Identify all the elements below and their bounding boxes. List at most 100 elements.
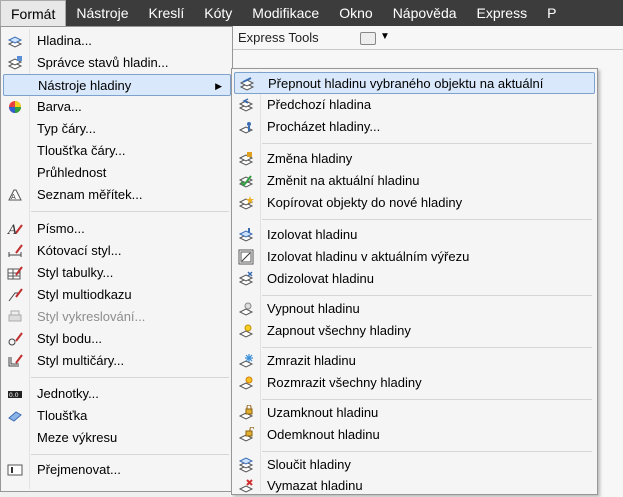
submenu-item-change-to-current[interactable]: Změnit na aktuální hladinu xyxy=(234,170,595,192)
menu-item-label: Seznam měřítek... xyxy=(37,187,143,202)
submenu-item-merge-layers[interactable]: Sloučit hladiny xyxy=(234,454,595,476)
color-wheel-icon xyxy=(7,99,23,115)
isolate-viewport-icon xyxy=(238,249,254,265)
menu-item-layer[interactable]: Hladina... xyxy=(3,30,231,52)
submenu-item-layer-walk[interactable]: Procházet hladiny... xyxy=(234,116,595,138)
svg-text:0.0: 0.0 xyxy=(9,392,19,399)
menu-item-table-style[interactable]: Styl tabulky... xyxy=(3,262,231,284)
submenu-item-label: Odemknout hladinu xyxy=(267,427,380,442)
submenu-arrow-icon: ▶ xyxy=(215,81,222,91)
menu-truncated[interactable]: P xyxy=(537,0,566,26)
submenu-item-make-current[interactable]: Přepnout hladinu vybraného objektu na ak… xyxy=(234,72,595,94)
layer-off-icon xyxy=(238,301,254,317)
dimension-style-icon xyxy=(7,243,23,259)
menu-dimension[interactable]: Kóty xyxy=(194,0,242,26)
match-layer-icon xyxy=(238,151,254,167)
menu-item-point-style[interactable]: Styl bodu... xyxy=(3,328,231,350)
menu-window[interactable]: Okno xyxy=(329,0,382,26)
menu-item-label: Meze výkresu xyxy=(37,430,118,445)
unlock-layer-icon xyxy=(238,427,254,443)
table-style-icon xyxy=(7,265,23,281)
menu-item-label: Nástroje hladiny xyxy=(38,78,132,93)
format-menu: Hladina... Správce stavů hladin... Nástr… xyxy=(0,26,233,492)
menu-item-drawing-limits[interactable]: Meze výkresu xyxy=(3,427,231,449)
menu-item-label: Styl multiodkazu xyxy=(37,287,132,302)
submenu-item-freeze-layer[interactable]: Zmrazit hladinu xyxy=(234,350,595,372)
submenu-item-label: Rozmrazit všechny hladiny xyxy=(267,375,422,390)
text-style-icon: A xyxy=(7,221,23,237)
menu-bar: Formát Nástroje Kreslí Kóty Modifikace O… xyxy=(0,0,623,26)
menu-item-transparency[interactable]: Průhlednost xyxy=(3,162,231,184)
menu-item-label: Barva... xyxy=(37,99,82,114)
menu-item-layer-states[interactable]: Správce stavů hladin... xyxy=(3,52,231,74)
submenu-item-label: Odizolovat hladinu xyxy=(267,271,374,286)
ribbon-tab-express-tools[interactable]: Express Tools xyxy=(238,30,319,45)
menu-separator xyxy=(262,143,592,144)
submenu-item-label: Přepnout hladinu vybraného objektu na ak… xyxy=(268,76,544,91)
submenu-item-unisolate-layer[interactable]: Odizolovat hladinu xyxy=(234,268,595,290)
delete-layer-icon xyxy=(238,478,254,494)
menu-separator xyxy=(262,295,592,296)
menu-help[interactable]: Nápověda xyxy=(383,0,467,26)
submenu-item-label: Izolovat hladinu v aktuálním výřezu xyxy=(267,249,470,264)
menu-modify[interactable]: Modifikace xyxy=(242,0,329,26)
submenu-item-label: Izolovat hladinu xyxy=(267,227,358,242)
submenu-item-isolate-viewport[interactable]: Izolovat hladinu v aktuálním výřezu xyxy=(234,246,595,268)
divider xyxy=(230,49,623,50)
menu-format[interactable]: Formát xyxy=(0,0,67,26)
menu-item-text-style[interactable]: A Písmo... xyxy=(3,218,231,240)
rename-icon xyxy=(7,462,23,478)
submenu-item-label: Změnit na aktuální hladinu xyxy=(267,173,420,188)
submenu-item-layer-on[interactable]: Zapnout všechny hladiny xyxy=(234,320,595,342)
menu-item-layer-tools[interactable]: Nástroje hladiny ▶ xyxy=(3,74,231,96)
submenu-item-previous-layer[interactable]: Předchozí hladina xyxy=(234,94,595,116)
menu-item-plot-style[interactable]: Styl vykreslování... xyxy=(3,306,231,328)
svg-text:A: A xyxy=(11,193,16,201)
menu-item-thickness[interactable]: Tloušťka xyxy=(3,405,231,427)
multiline-style-icon xyxy=(7,353,23,369)
menu-separator xyxy=(262,451,592,452)
menu-item-linetype[interactable]: Typ čáry... xyxy=(3,118,231,140)
point-style-icon xyxy=(7,331,23,347)
submenu-item-lock-layer[interactable]: Uzamknout hladinu xyxy=(234,402,595,424)
previous-layer-icon xyxy=(238,97,254,113)
menu-item-label: Přejmenovat... xyxy=(37,462,121,477)
menu-item-units[interactable]: 0.0 Jednotky... xyxy=(3,383,231,405)
layer-tools-submenu: Přepnout hladinu vybraného objektu na ak… xyxy=(231,68,598,495)
menu-tools[interactable]: Nástroje xyxy=(66,0,138,26)
submenu-item-match-layer[interactable]: Změna hladiny xyxy=(234,148,595,170)
submenu-item-unlock-layer[interactable]: Odemknout hladinu xyxy=(234,424,595,446)
menu-item-multiline-style[interactable]: Styl multičáry... xyxy=(3,350,231,372)
menu-item-label: Styl vykreslování... xyxy=(37,309,146,324)
submenu-item-layer-off[interactable]: Vypnout hladinu xyxy=(234,298,595,320)
menu-item-lineweight[interactable]: Tloušťka čáry... xyxy=(3,140,231,162)
menu-item-rename[interactable]: Přejmenovat... xyxy=(3,459,231,481)
submenu-item-thaw-layers[interactable]: Rozmrazit všechny hladiny xyxy=(234,372,595,394)
merge-layers-icon xyxy=(238,457,254,473)
submenu-item-label: Sloučit hladiny xyxy=(267,457,351,472)
unisolate-layer-icon xyxy=(238,271,254,287)
change-to-current-icon xyxy=(238,173,254,189)
freeze-layer-icon xyxy=(238,353,254,369)
menu-separator xyxy=(262,219,592,220)
menu-item-dimension-style[interactable]: Kótovací styl... xyxy=(3,240,231,262)
submenu-item-delete-layer[interactable]: Vymazat hladinu xyxy=(234,475,595,497)
menu-item-color[interactable]: Barva... xyxy=(3,96,231,118)
menu-item-label: Styl tabulky... xyxy=(37,265,114,280)
layer-walk-icon xyxy=(238,119,254,135)
submenu-item-label: Kopírovat objekty do nové hladiny xyxy=(267,195,463,210)
submenu-item-label: Předchozí hladina xyxy=(267,97,372,112)
submenu-item-isolate-layer[interactable]: Izolovat hladinu xyxy=(234,224,595,246)
menu-express[interactable]: Express xyxy=(467,0,538,26)
menu-item-label: Typ čáry... xyxy=(37,121,96,136)
chevron-down-icon[interactable]: ▼ xyxy=(380,31,390,42)
submenu-item-copy-to-layer[interactable]: Kopírovat objekty do nové hladiny xyxy=(234,192,595,214)
menu-item-multileader-style[interactable]: Styl multiodkazu xyxy=(3,284,231,306)
submenu-item-label: Zmrazit hladinu xyxy=(267,353,356,368)
menu-draw[interactable]: Kreslí xyxy=(138,0,194,26)
menu-item-label: Hladina... xyxy=(37,33,92,48)
make-current-icon xyxy=(239,76,255,92)
menu-item-scale-list[interactable]: A Seznam měřítek... xyxy=(3,184,231,206)
ribbon-toggle-button[interactable] xyxy=(360,32,376,45)
menu-item-label: Písmo... xyxy=(37,221,85,236)
